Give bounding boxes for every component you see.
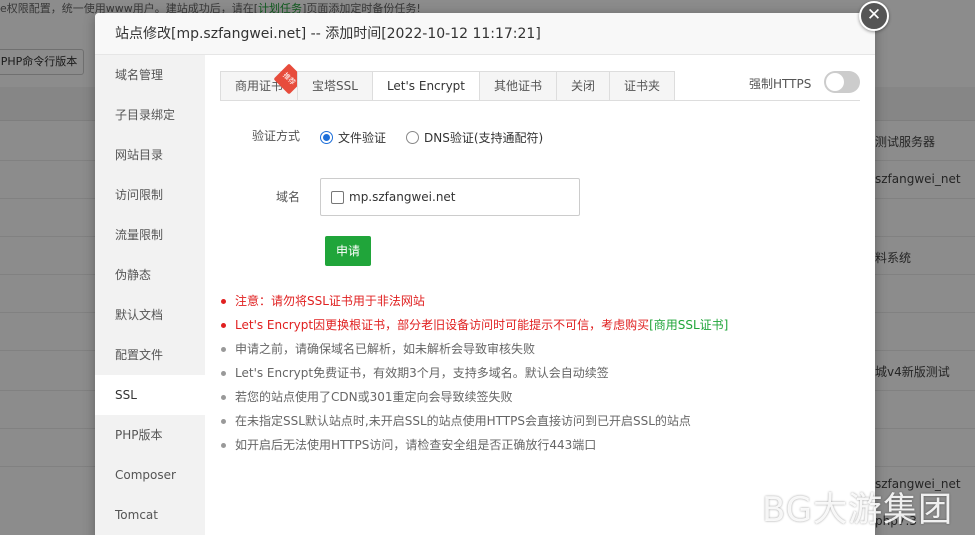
toggle-knob xyxy=(826,73,844,91)
sidebar-item-php-version[interactable]: PHP版本 xyxy=(95,415,205,455)
force-https-toggle[interactable] xyxy=(824,71,860,93)
sidebar-item-access-limit[interactable]: 访问限制 xyxy=(95,175,205,215)
radio-file-verify[interactable]: 文件验证 xyxy=(320,129,386,146)
sidebar-item-config-file[interactable]: 配置文件 xyxy=(95,335,205,375)
sidebar-item-traffic-limit[interactable]: 流量限制 xyxy=(95,215,205,255)
domain-name: mp.szfangwei.net xyxy=(349,190,456,204)
checkbox-icon[interactable] xyxy=(331,190,344,204)
ssl-tabs: 商用证书 推荐 宝塔SSL Let's Encrypt 其他证书 关闭 证书夹 xyxy=(220,63,676,101)
tip-item: 在未指定SSL默认站点时,未开启SSL的站点使用HTTPS会直接访问到已开启SS… xyxy=(221,413,728,437)
sidebar-item-ssl[interactable]: SSL xyxy=(95,375,205,415)
sidebar-item-domain[interactable]: 域名管理 xyxy=(95,55,205,95)
radio-unselected-icon xyxy=(406,131,419,144)
tab-other-cert[interactable]: 其他证书 xyxy=(479,71,557,101)
tab-commercial-cert[interactable]: 商用证书 推荐 xyxy=(220,63,305,101)
tip-text: Let's Encrypt因更换根证书，部分老旧设备访问时可能提示不可信，考虑购… xyxy=(235,318,650,332)
ssl-tips-list: 注意：请勿将SSL证书用于非法网站 Let's Encrypt因更换根证书，部分… xyxy=(221,293,728,461)
tab-bt-ssl[interactable]: 宝塔SSL xyxy=(297,71,372,101)
tab-lets-encrypt[interactable]: Let's Encrypt xyxy=(371,71,480,101)
radio-label: DNS验证(支持通配符) xyxy=(424,131,544,145)
apply-button[interactable]: 申请 xyxy=(325,236,371,266)
commercial-ssl-link[interactable]: [商用SSL证书] xyxy=(649,318,728,332)
tab-close-ssl[interactable]: 关闭 xyxy=(556,71,610,101)
sidebar-item-subdir[interactable]: 子目录绑定 xyxy=(95,95,205,135)
ssl-panel: 商用证书 推荐 宝塔SSL Let's Encrypt 其他证书 关闭 证书夹 … xyxy=(205,55,875,535)
sidebar-item-composer[interactable]: Composer xyxy=(95,455,205,495)
modal-title: 站点修改[mp.szfangwei.net] -- 添加时间[2022-10-1… xyxy=(95,13,875,55)
close-icon[interactable]: ✕ xyxy=(859,1,889,31)
sidebar-item-tomcat[interactable]: Tomcat xyxy=(95,495,205,535)
site-edit-modal: 站点修改[mp.szfangwei.net] -- 添加时间[2022-10-1… xyxy=(95,13,875,535)
domain-label: 域名 xyxy=(276,190,301,204)
sidebar-item-site-dir[interactable]: 网站目录 xyxy=(95,135,205,175)
watermark: BG大游集团 xyxy=(762,490,954,530)
domain-item[interactable]: mp.szfangwei.net xyxy=(331,190,456,204)
tip-item: 申请之前，请确保域名已解析，如未解析会导致审核失败 xyxy=(221,341,728,365)
tip-item: Let's Encrypt免费证书，有效期3个月，支持多域名。默认会自动续签 xyxy=(221,365,728,389)
radio-dns-verify[interactable]: DNS验证(支持通配符) xyxy=(406,129,543,146)
sidebar-item-rewrite[interactable]: 伪静态 xyxy=(95,255,205,295)
force-https-label: 强制HTTPS xyxy=(749,77,812,91)
tip-item: 注意：请勿将SSL证书用于非法网站 xyxy=(221,293,728,317)
domain-list: mp.szfangwei.net xyxy=(320,178,580,216)
radio-label: 文件验证 xyxy=(338,131,387,145)
tip-item: 若您的站点使用了CDN或301重定向会导致续签失败 xyxy=(221,389,728,413)
verify-method-label: 验证方式 xyxy=(252,129,301,143)
tab-cert-folder[interactable]: 证书夹 xyxy=(609,71,676,101)
radio-selected-icon xyxy=(320,131,333,144)
settings-sidebar: 域名管理 子目录绑定 网站目录 访问限制 流量限制 伪静态 默认文档 配置文件 … xyxy=(95,55,205,535)
tip-item: Let's Encrypt因更换根证书，部分老旧设备访问时可能提示不可信，考虑购… xyxy=(221,317,728,341)
tip-item: 如开启后无法使用HTTPS访问，请检查安全组是否正确放行443端口 xyxy=(221,437,728,461)
sidebar-item-default-doc[interactable]: 默认文档 xyxy=(95,295,205,335)
tab-divider xyxy=(220,100,860,101)
